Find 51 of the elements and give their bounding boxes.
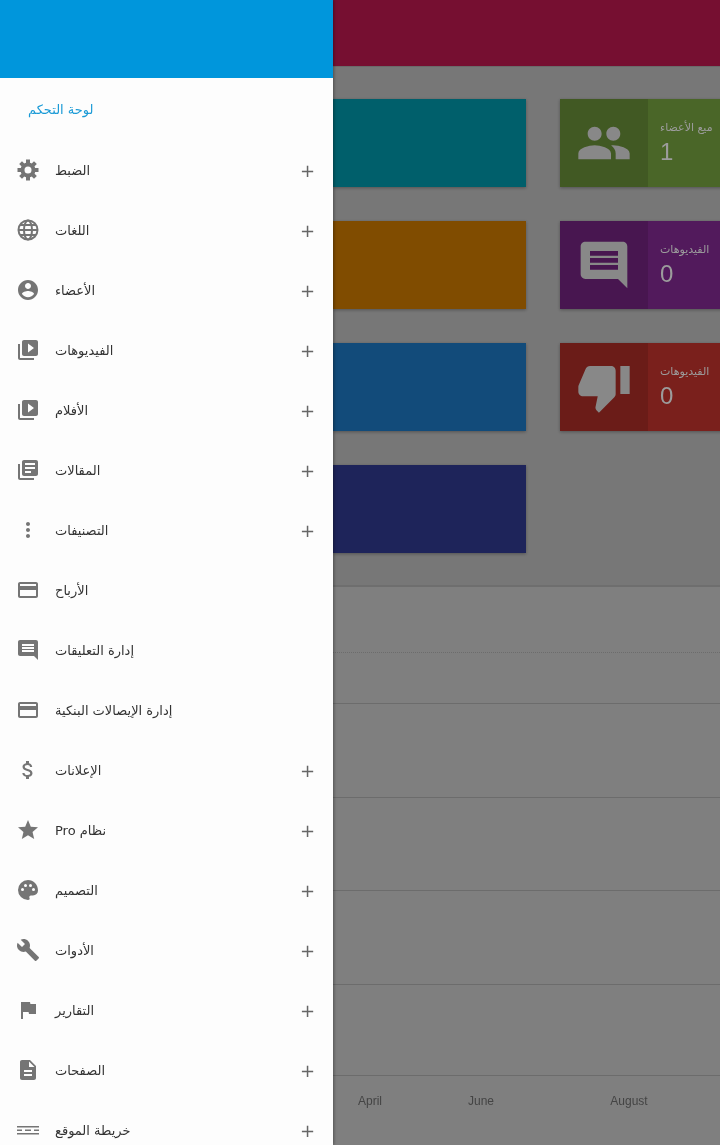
menu-item[interactable]: اللغات <box>55 222 296 238</box>
menu-item[interactable]: الأدوات <box>55 942 296 958</box>
expand-toggle[interactable]: + <box>295 759 319 781</box>
menu-item[interactable]: التصميم <box>55 882 296 898</box>
menu-item[interactable]: نظام Pro <box>55 822 296 838</box>
expand-toggle[interactable]: + <box>295 279 319 301</box>
expand-toggle[interactable]: + <box>295 459 319 481</box>
globe-icon <box>16 218 40 242</box>
menu-item[interactable]: الأفلام <box>55 402 296 418</box>
expand-toggle[interactable]: + <box>295 159 319 181</box>
stat-label: الفيديوهات <box>660 243 710 256</box>
menu-item[interactable]: الصفحات <box>55 1062 296 1078</box>
menu-item[interactable]: الأرباح <box>55 582 319 598</box>
axis-label: April <box>358 1094 382 1108</box>
palette-icon <box>16 878 40 902</box>
library-books-icon <box>16 458 40 482</box>
expand-toggle[interactable]: + <box>295 819 319 841</box>
expand-toggle[interactable]: + <box>295 519 319 541</box>
account-icon <box>16 278 40 302</box>
menu-item[interactable]: إدارة التعليقات <box>55 642 319 658</box>
video-library-icon <box>16 398 40 422</box>
menu-item[interactable]: الأعضاء <box>55 282 296 298</box>
menu-item[interactable]: إدارة الإيصالات البنكية <box>55 702 319 718</box>
video-library-icon <box>16 338 40 362</box>
stat-label: ميع الأعضاء <box>660 121 713 134</box>
settings-icon <box>16 158 40 182</box>
wrench-icon <box>16 938 40 962</box>
menu-item[interactable]: التصنيفات <box>55 522 296 538</box>
more-vertical-icon <box>24 522 32 538</box>
star-icon <box>16 818 40 842</box>
stat-value: 1 <box>660 138 675 166</box>
expand-toggle[interactable]: + <box>295 939 319 961</box>
menu-item[interactable]: الضبط <box>55 162 296 178</box>
stat-value: 0 <box>660 382 675 410</box>
menu-item[interactable]: خريطة الموقع <box>55 1122 296 1138</box>
expand-toggle[interactable]: + <box>295 879 319 901</box>
menu-item[interactable]: التقارير <box>55 1002 296 1018</box>
stat-value: 0 <box>660 260 675 288</box>
menu-item[interactable]: المقالات <box>55 462 296 478</box>
expand-toggle[interactable]: + <box>295 1119 319 1141</box>
menu-item[interactable]: الفيديوهات <box>55 342 296 358</box>
expand-toggle[interactable]: + <box>295 399 319 421</box>
axis-label: June <box>468 1094 494 1108</box>
axis-label: August <box>610 1094 648 1108</box>
expand-toggle[interactable]: + <box>295 339 319 361</box>
expand-toggle[interactable]: + <box>295 1059 319 1081</box>
stat-label: الفيديوهات <box>660 365 710 378</box>
menu-item[interactable]: الإعلانات <box>55 762 296 778</box>
expand-toggle[interactable]: + <box>295 999 319 1021</box>
expand-toggle[interactable]: + <box>295 219 319 241</box>
comment-icon <box>16 638 40 662</box>
